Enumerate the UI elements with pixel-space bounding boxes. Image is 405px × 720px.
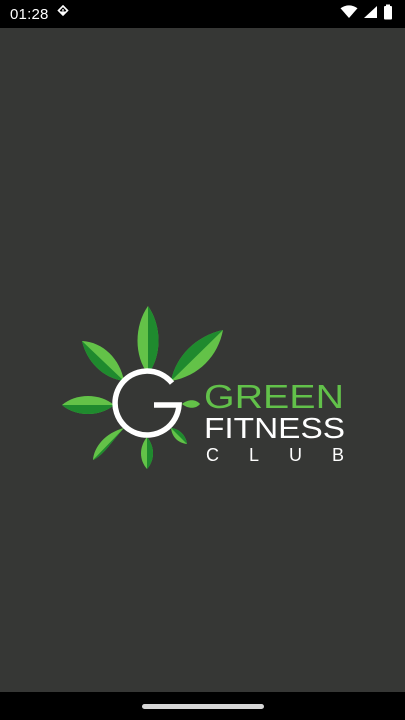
status-left: 01:28 xyxy=(10,4,69,24)
status-right xyxy=(340,4,393,25)
g-emblem xyxy=(112,368,182,438)
status-time: 01:28 xyxy=(10,5,49,23)
green-fitness-club-logo: GREEN FITNESS CLUB xyxy=(58,304,353,474)
wifi-icon xyxy=(340,4,358,24)
logo-text-green: GREEN xyxy=(204,378,344,415)
logo-text-fitness: FITNESS xyxy=(204,413,345,445)
logo-graphic: GREEN FITNESS CLUB xyxy=(62,306,345,469)
battery-icon xyxy=(383,4,393,25)
home-gesture-bar[interactable] xyxy=(142,704,264,709)
download-icon xyxy=(56,4,69,24)
leaf-cluster xyxy=(62,306,223,469)
logo-text-club: CLUB xyxy=(206,445,344,465)
status-bar: 01:28 xyxy=(0,0,405,28)
cell-signal-icon xyxy=(363,5,378,24)
splash-screen: GREEN FITNESS CLUB xyxy=(0,28,405,692)
